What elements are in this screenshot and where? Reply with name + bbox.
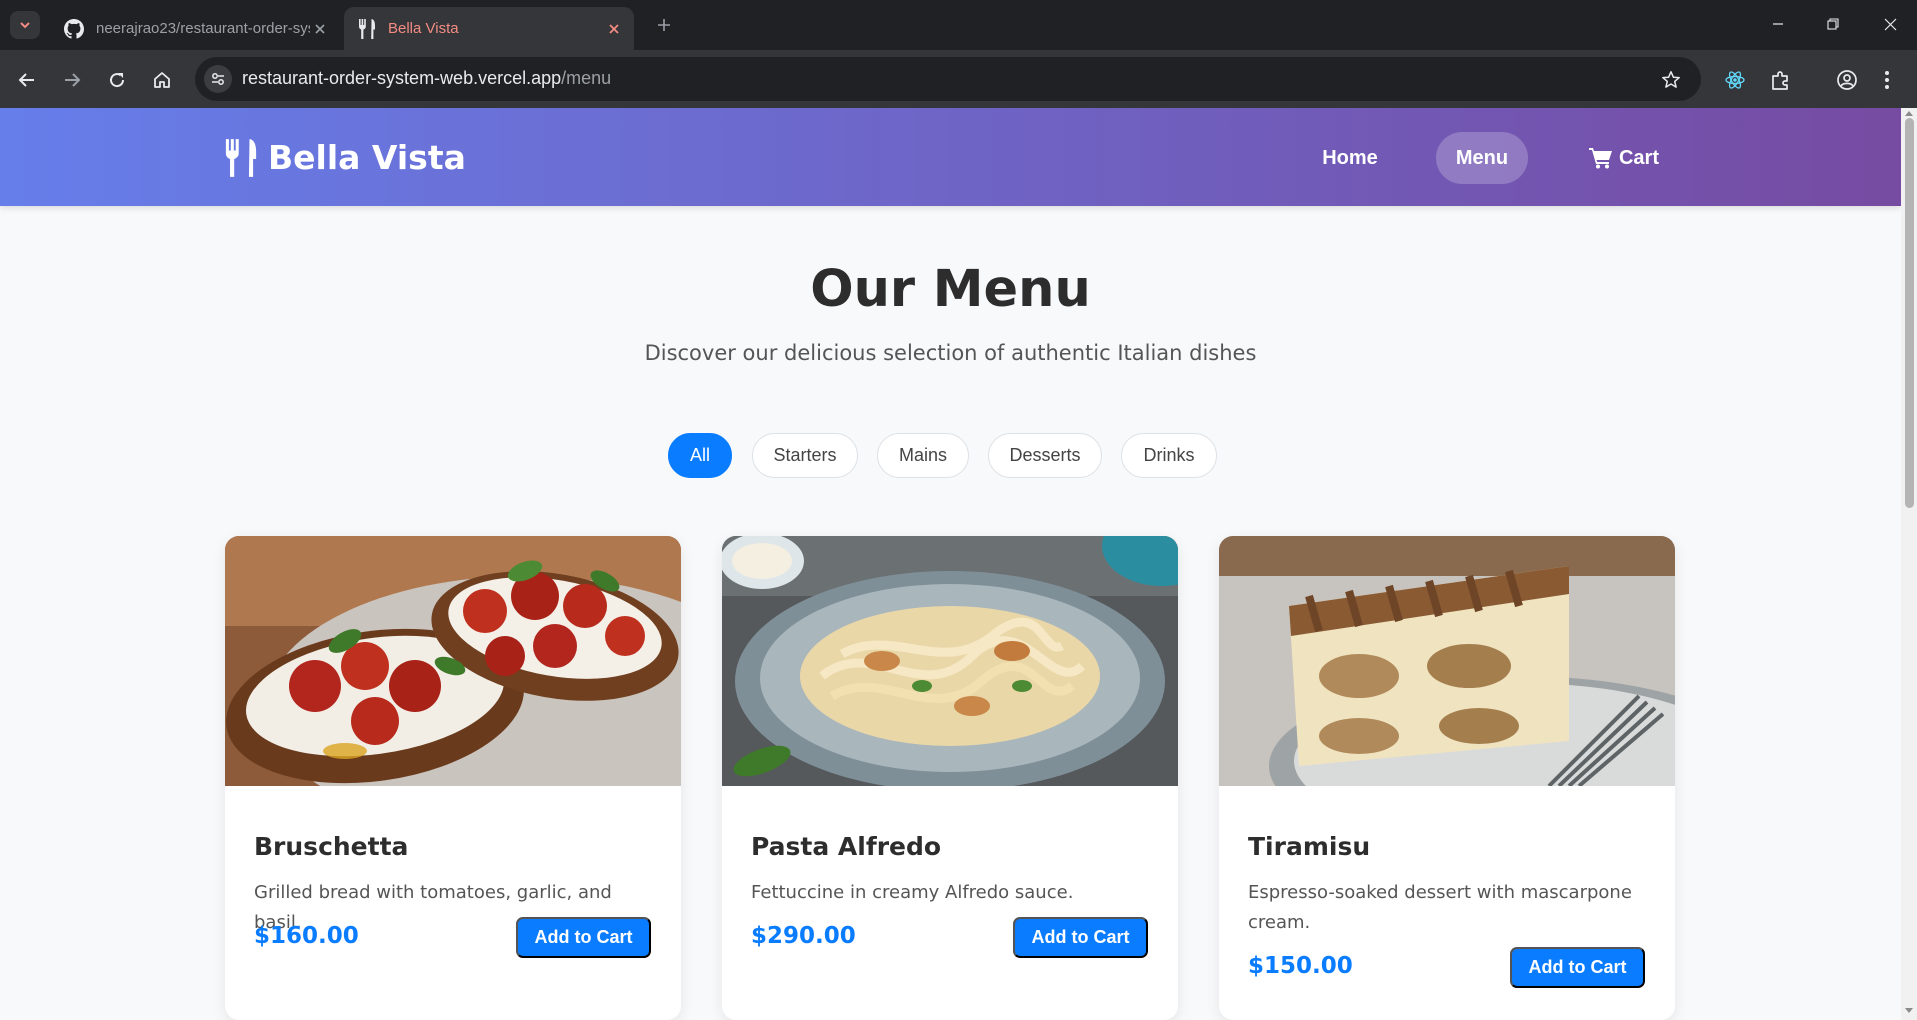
nav-menu-link[interactable]: Menu [1436,132,1528,184]
tiramisu-image [1219,536,1675,786]
add-to-cart-button[interactable]: Add to Cart [516,917,651,958]
restore-icon [1827,18,1839,30]
page-title: Our Menu [810,260,1091,319]
menu-item-card: Tiramisu Espresso-soaked dessert with ma… [1219,536,1675,1020]
tab-search-button[interactable] [10,11,40,39]
add-to-cart-button[interactable]: Add to Cart [1013,917,1148,958]
minimize-icon [1773,23,1783,25]
reload-icon [110,73,125,88]
fork-knife-icon [359,18,375,39]
browser-tab-github[interactable]: neerajrao23/restaurant-order-system [50,7,340,50]
restore-button[interactable] [1811,8,1855,40]
brand-name: Bella Vista [268,138,466,177]
nav-cart-link[interactable]: Cart [1574,132,1674,184]
menu-item-card: Pasta Alfredo Fettuccine in creamy Alfre… [722,536,1178,1020]
tab-close-button[interactable] [310,19,330,39]
filter-desserts[interactable]: Desserts [988,433,1102,478]
filter-drinks[interactable]: Drinks [1121,433,1217,478]
back-button[interactable] [10,63,44,97]
url-path: /menu [561,68,612,88]
account-icon [1837,70,1857,90]
menu-item-price: $150.00 [1248,953,1353,979]
cart-icon [1588,148,1612,169]
close-icon [1884,18,1896,30]
menu-item-card: Bruschetta Grilled bread with tomatoes, … [225,536,681,1020]
react-icon [1725,71,1745,89]
browser-menu-button[interactable] [1875,63,1899,97]
nav-home-link[interactable]: Home [1300,132,1400,184]
star-icon [1662,71,1680,88]
github-icon [64,18,84,39]
menu-item-description: Fettuccine in creamy Alfredo sauce. [751,882,1074,903]
menu-item-description: Espresso-soaked dessert with mascarpone … [1248,882,1632,933]
more-vertical-icon [1885,71,1889,89]
tab-close-button[interactable] [604,19,624,39]
menu-item-name: Bruschetta [254,832,409,861]
close-window-button[interactable] [1868,8,1912,40]
url-host: restaurant-order-system-web.vercel.app [242,68,562,88]
profile-button[interactable] [1830,63,1864,97]
scrollbar-thumb[interactable] [1905,118,1914,508]
home-icon [154,72,170,88]
menu-item-name: Tiramisu [1248,832,1371,861]
forward-button[interactable] [55,63,89,97]
scroll-down-arrow-icon[interactable] [1905,1008,1913,1013]
scroll-up-arrow-icon[interactable] [1905,111,1913,116]
url-text[interactable]: restaurant-order-system-web.vercel.app/m… [242,68,611,89]
add-to-cart-button[interactable]: Add to Cart [1510,947,1645,988]
new-tab-button[interactable] [650,11,678,39]
chevron-down-icon [20,22,30,29]
filter-starters[interactable]: Starters [752,433,858,478]
menu-item-price: $160.00 [254,923,359,949]
menu-item-price: $290.00 [751,923,856,949]
bookmark-button[interactable] [1657,66,1685,94]
site-info-button[interactable] [204,65,232,93]
filter-all[interactable]: All [668,433,732,478]
tune-icon [212,73,224,85]
arrow-right-icon [65,73,81,87]
page-viewport: Bella Vista Home Menu Cart Our Menu Disc… [0,108,1901,1020]
menu-item-name: Pasta Alfredo [751,832,942,861]
arrow-left-icon [18,73,34,87]
page-subtitle: Discover our delicious selection of auth… [644,341,1257,365]
browser-tab-bella-vista[interactable]: Bella Vista [344,7,634,50]
brand-logo[interactable]: Bella Vista [224,138,466,177]
react-devtools-extension[interactable] [1718,63,1752,97]
tab-title: Bella Vista [388,20,459,37]
pasta-alfredo-image [722,536,1178,786]
extensions-button[interactable] [1764,63,1798,97]
tab-title: neerajrao23/restaurant-order-system [96,20,310,37]
home-button[interactable] [145,63,179,97]
site-header: Bella Vista Home Menu Cart [0,108,1901,206]
fork-knife-icon [225,138,257,177]
close-icon [609,23,619,34]
plus-icon [658,19,670,31]
puzzle-icon [1772,71,1788,90]
nav-cart-label: Cart [1618,146,1659,169]
reload-button[interactable] [100,63,134,97]
bruschetta-image [225,536,681,786]
close-icon [315,23,325,34]
minimize-button[interactable] [1756,8,1800,40]
filter-mains[interactable]: Mains [877,433,969,478]
